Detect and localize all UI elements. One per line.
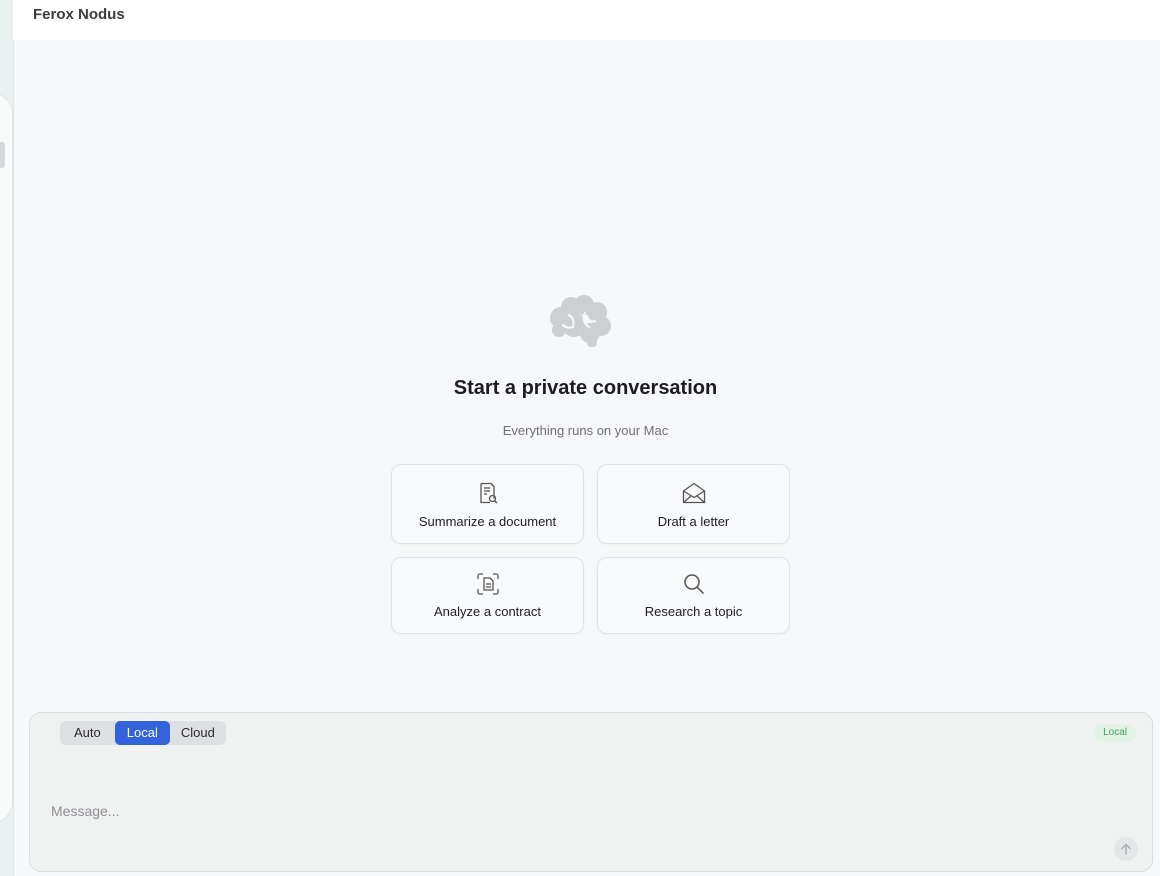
sidebar-handle[interactable] [0, 142, 5, 168]
mode-cloud-button[interactable]: Cloud [170, 721, 226, 745]
suggestion-draft-letter[interactable]: Draft a letter [597, 464, 790, 544]
open-envelope-icon [682, 482, 705, 504]
status-badge: Local [1094, 724, 1136, 742]
empty-state-title: Start a private conversation [453, 377, 718, 399]
app-title: Ferox Nodus [33, 6, 125, 23]
message-input[interactable] [49, 799, 953, 823]
suggestion-label: Summarize a document [418, 514, 557, 529]
empty-state-subtitle: Everything runs on your Mac [502, 423, 669, 438]
message-composer: Auto Local Cloud Local [29, 712, 1153, 872]
mode-selector: Auto Local Cloud [60, 721, 226, 745]
document-scan-icon [476, 573, 499, 595]
mode-auto-button[interactable]: Auto [60, 721, 115, 745]
mode-local-button[interactable]: Local [114, 721, 170, 745]
suggestion-summarize-document[interactable]: Summarize a document [391, 464, 584, 544]
magnifier-icon [683, 574, 704, 595]
sidebar-panel-edge [0, 92, 13, 824]
suggestion-analyze-contract[interactable]: Analyze a contract [391, 557, 584, 634]
suggestion-label: Draft a letter [657, 514, 730, 529]
brain-icon [550, 295, 611, 347]
suggestion-label: Analyze a contract [434, 604, 541, 619]
suggestion-research-topic[interactable]: Research a topic [597, 557, 790, 634]
suggestion-label: Research a topic [644, 604, 743, 619]
title-bar: Ferox Nodus [13, 0, 1160, 40]
send-button[interactable] [1114, 837, 1138, 861]
document-search-icon [479, 482, 497, 504]
arrow-up-icon [1121, 843, 1131, 855]
empty-state: Start a private conversation Everything … [0, 295, 1160, 438]
